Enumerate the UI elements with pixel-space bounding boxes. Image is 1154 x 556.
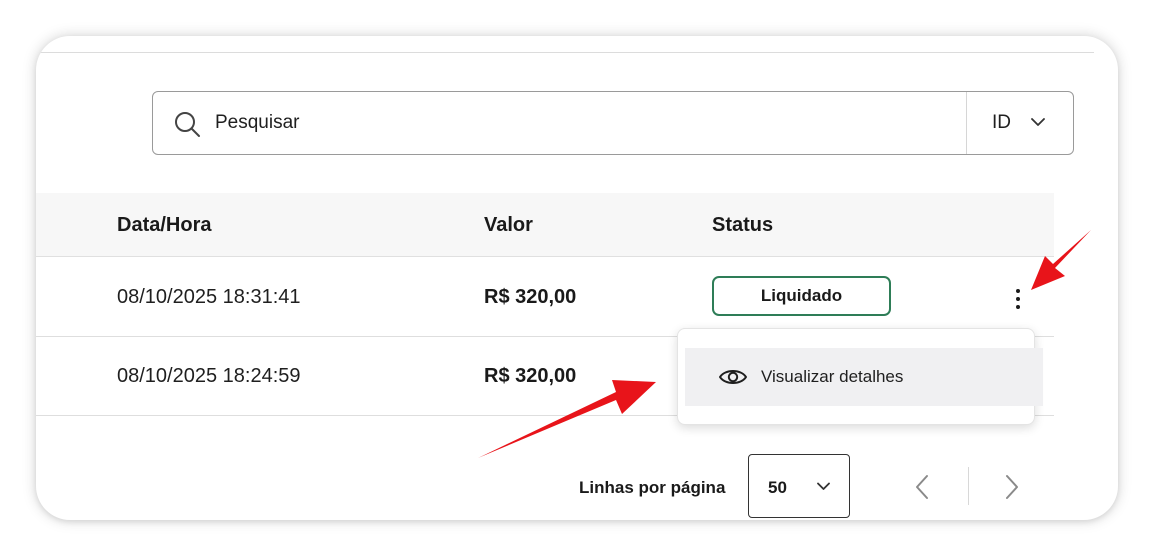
pagination-divider — [968, 467, 969, 505]
rows-per-page-value: 50 — [768, 478, 787, 497]
search-filter-select[interactable]: ID — [967, 92, 1073, 154]
search-icon — [175, 112, 200, 137]
row-value: R$ 320,00 — [484, 365, 577, 387]
row-value: R$ 320,00 — [484, 286, 577, 308]
previous-page-button[interactable] — [908, 472, 936, 502]
rows-per-page-label: Linhas por página — [579, 478, 726, 497]
search-bar: ID — [152, 91, 1074, 155]
search-filter-value: ID — [992, 112, 1011, 133]
row-datetime: 08/10/2025 18:24:59 — [117, 365, 301, 387]
search-input[interactable] — [215, 106, 955, 140]
row-actions-button[interactable] — [1006, 284, 1030, 314]
next-page-button[interactable] — [998, 472, 1026, 502]
kebab-dot — [1016, 297, 1020, 301]
eye-icon — [719, 370, 747, 384]
row-actions-menu: Visualizar detalhes — [677, 328, 1043, 425]
kebab-dot — [1016, 305, 1020, 309]
column-header-status: Status — [712, 214, 774, 236]
chevron-left-icon — [916, 475, 928, 499]
table-header: Data/Hora Valor Status — [36, 193, 1054, 257]
transactions-card: ID Data/Hora Valor Status 08/10/2025 18:… — [36, 36, 1118, 520]
menu-item-label: Visualizar detalhes — [761, 367, 904, 386]
kebab-dot — [1016, 289, 1020, 293]
table-row: 08/10/2025 18:31:41 R$ 320,00 Liquidado — [36, 258, 1054, 337]
top-divider — [36, 52, 1094, 53]
row-datetime: 08/10/2025 18:31:41 — [117, 286, 301, 308]
menu-item-view-details[interactable]: Visualizar detalhes — [685, 348, 1043, 406]
column-header-value: Valor — [484, 214, 533, 236]
chevron-down-icon — [817, 482, 830, 490]
status-badge: Liquidado — [712, 276, 891, 316]
chevron-down-icon — [1031, 118, 1045, 126]
chevron-right-icon — [1006, 475, 1018, 499]
rows-per-page-select[interactable]: 50 — [748, 454, 850, 518]
column-header-datetime: Data/Hora — [117, 214, 212, 236]
